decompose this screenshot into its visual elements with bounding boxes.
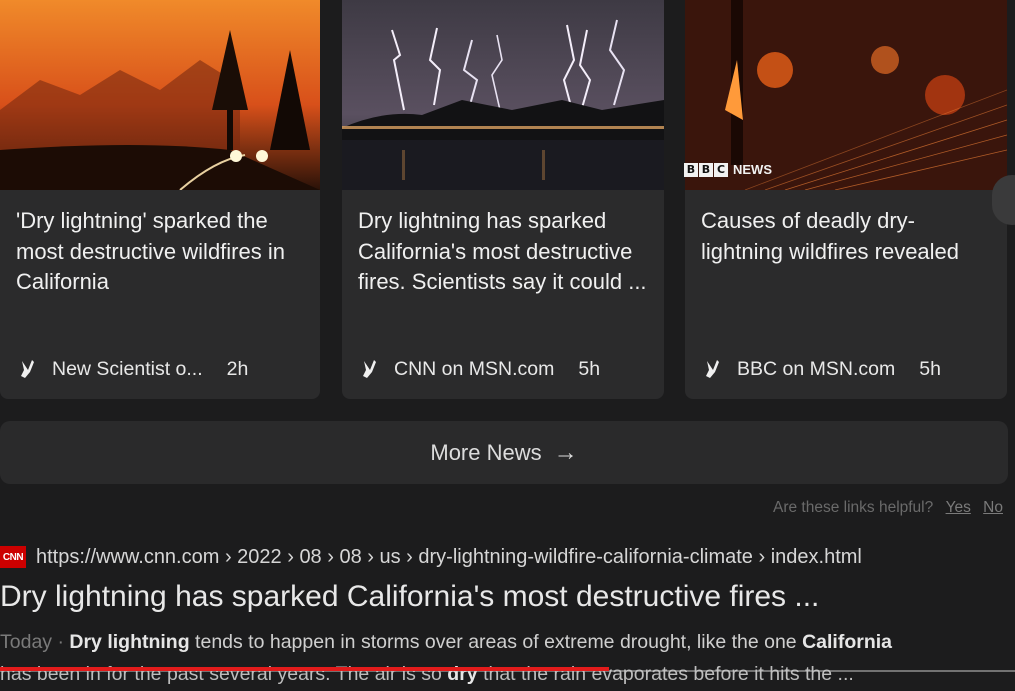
source-name: CNN on MSN.com — [394, 357, 555, 380]
card-source: New Scientist o... 2h — [18, 356, 248, 382]
msn-butterfly-icon — [703, 358, 723, 380]
snippet-highlight: Dry lightning — [69, 631, 190, 653]
more-news-button[interactable]: More News → — [0, 421, 1008, 484]
result-title-link[interactable]: Dry lightning has sparked California's m… — [0, 580, 819, 614]
feedback-yes-link[interactable]: Yes — [946, 499, 971, 516]
news-carousel: 'Dry lightning' sparked the most destruc… — [0, 0, 1015, 400]
source-name: New Scientist o... — [52, 357, 203, 380]
video-progress-fill — [0, 667, 609, 671]
card-title[interactable]: Dry lightning has sparked California's m… — [358, 206, 650, 298]
bbc-news-logo: B B C NEWS — [684, 162, 772, 177]
date-separator: · — [52, 631, 70, 653]
card-title[interactable]: Causes of deadly dry-lightning wildfires… — [701, 206, 993, 267]
wildfire-road-image — [0, 0, 320, 190]
bbc-logo-block: C — [714, 162, 728, 177]
news-card[interactable]: Causes of deadly dry-lightning wildfires… — [685, 0, 1007, 399]
carousel-next-button[interactable] — [992, 175, 1015, 225]
result-url-line[interactable]: CNN https://www.cnn.com › 2022 › 08 › 08… — [0, 540, 862, 574]
arrow-right-icon: → — [553, 438, 578, 466]
card-source: CNN on MSN.com 5h — [360, 356, 600, 382]
result-snippet: Today · Dry lightning tends to happen in… — [0, 626, 1015, 690]
card-age: 2h — [226, 357, 249, 380]
msn-butterfly-icon — [18, 358, 38, 380]
card-age: 5h — [578, 357, 601, 380]
feedback-question: Are these links helpful? — [772, 499, 934, 516]
card-title[interactable]: 'Dry lightning' sparked the most destruc… — [16, 206, 306, 298]
news-card[interactable]: Dry lightning has sparked California's m… — [342, 0, 664, 399]
feedback-no-link[interactable]: No — [983, 499, 1003, 516]
snippet-line-2: has been in for the past several years. … — [0, 658, 1015, 690]
bbc-logo-block: B — [684, 162, 698, 177]
video-progress-bar[interactable] — [0, 667, 1015, 671]
lightning-lake-image — [342, 0, 664, 190]
cnn-favicon-icon: CNN — [0, 546, 26, 568]
card-age: 5h — [919, 357, 941, 380]
result-date: Today — [0, 631, 53, 653]
snippet-line-1: Today · Dry lightning tends to happen in… — [0, 626, 1015, 658]
result-url[interactable]: https://www.cnn.com › 2022 › 08 › 08 › u… — [36, 546, 862, 569]
source-name: BBC on MSN.com — [737, 357, 896, 380]
snippet-text: tends to happen in storms over areas of … — [189, 631, 803, 653]
msn-butterfly-icon — [360, 358, 380, 380]
snippet-highlight: California — [802, 631, 893, 653]
bbc-logo-block: B — [699, 162, 713, 177]
card-source: BBC on MSN.com 5h — [703, 356, 941, 382]
news-card[interactable]: 'Dry lightning' sparked the most destruc… — [0, 0, 320, 399]
more-news-label: More News — [430, 439, 542, 465]
bbc-logo-news: NEWS — [733, 162, 772, 177]
links-feedback: Are these links helpful? Yes No — [773, 499, 1003, 517]
